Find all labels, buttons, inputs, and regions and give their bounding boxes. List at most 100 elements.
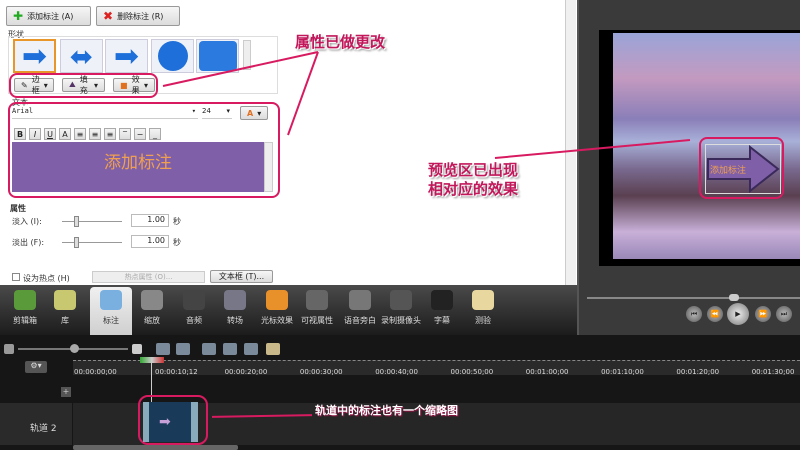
play-button[interactable]: ▶ — [727, 303, 749, 325]
clip-arrow-icon: ➡ — [159, 414, 171, 430]
align-center-button[interactable]: ≡ — [89, 128, 101, 140]
playback-scrubber[interactable] — [587, 294, 800, 301]
ruler-tick-label: 00:01:10;00 — [601, 368, 644, 376]
preview-panel: 添加标注 ⏮ ⏪ ▶ ⏩ ⏭ — [577, 0, 800, 335]
tool-icon — [431, 290, 453, 310]
fade-in-slider[interactable] — [62, 216, 122, 227]
annotation-preview: 预览区已出现 相对应的效果 — [428, 161, 519, 198]
bold-button[interactable]: B — [14, 128, 26, 140]
fade-in-input[interactable]: 1.00 — [131, 214, 169, 227]
tab-6[interactable]: 光标效果 — [256, 290, 298, 326]
tool-icon — [100, 290, 122, 310]
tab-8[interactable]: 语音旁白 — [339, 290, 381, 326]
fast-forward-button[interactable]: ⏩ — [755, 306, 771, 322]
font-effect-button[interactable]: A — [59, 128, 71, 140]
split-button[interactable] — [223, 343, 237, 355]
rewind-button[interactable]: ⏪ — [707, 306, 723, 322]
tool-icon — [390, 290, 412, 310]
font-color-icon: A — [247, 108, 254, 118]
shape-scrollbar[interactable] — [243, 40, 251, 70]
fade-out-unit: 秒 — [173, 238, 181, 247]
tab-0[interactable]: 剪辑箱 — [4, 290, 46, 326]
hotspot-checkbox[interactable]: 设为热点 (H) — [12, 273, 70, 284]
tool-icon — [266, 290, 288, 310]
tool-icon — [224, 290, 246, 310]
tab-1[interactable]: 库 — [44, 290, 86, 326]
timeline: ⚙▾ + 轨道 2 ➡ 轨道中的标注也有一个缩略图 — [0, 335, 800, 450]
fade-in-label: 淡入 (I): — [12, 217, 42, 226]
fade-out-slider[interactable] — [62, 237, 122, 248]
ruler-tick-label: 00:01:30;00 — [751, 368, 795, 376]
font-color-button[interactable]: A ▾ — [240, 106, 268, 120]
timeline-settings-button[interactable]: ⚙▾ — [25, 361, 47, 373]
properties-label: 属性 — [10, 204, 26, 213]
tool-icon — [54, 290, 76, 310]
tool-icon — [306, 290, 328, 310]
ruler-tick-label: 00:01:20;00 — [676, 368, 720, 376]
ruler-tick-label: 00:00:00;00 — [74, 368, 117, 376]
timeline-zoom-slider[interactable] — [18, 344, 128, 353]
text-format-toolbar: B I U A ≡ ≡ ≡ ‾ − _ — [14, 128, 161, 140]
hotspot-properties-button[interactable]: 热点属性 (O)... — [92, 271, 205, 283]
annotation-track: 轨道中的标注也有一个缩略图 — [315, 404, 458, 417]
align-right-button[interactable]: ≡ — [104, 128, 116, 140]
tab-7[interactable]: 可视属性 — [296, 290, 338, 326]
video-frame: 添加标注 — [599, 30, 800, 266]
shape-arrow-right[interactable]: ➡ — [13, 39, 56, 74]
ruler-tick-label: 00:00:20;00 — [224, 368, 268, 376]
skip-back-button[interactable]: ⏮ — [686, 306, 702, 322]
italic-button[interactable]: I — [29, 128, 41, 140]
panel-scrollbar[interactable] — [565, 0, 576, 285]
zoom-out-icon[interactable] — [4, 344, 14, 354]
ruler-tick-label: 00:01:00;00 — [525, 368, 569, 376]
valign-bottom-button[interactable]: _ — [149, 128, 161, 140]
ruler-tick-label: 00:00:30;00 — [299, 368, 343, 376]
tool-icon — [141, 290, 163, 310]
plus-icon: ✚ — [13, 9, 24, 23]
callout-text-editor[interactable]: 添加标注 — [12, 142, 264, 192]
shape-arrow-right-2[interactable]: ➡ — [105, 39, 148, 74]
font-family-select[interactable]: Arial ▾ — [12, 107, 198, 119]
add-track-button[interactable]: + — [61, 387, 71, 397]
paste-button[interactable] — [266, 343, 280, 355]
valign-top-button[interactable]: ‾ — [119, 128, 131, 140]
text-editor-scrollbar[interactable] — [264, 142, 273, 192]
align-left-button[interactable]: ≡ — [74, 128, 86, 140]
effects-dropdown[interactable]: ■ 效果 ▾ — [113, 75, 155, 95]
preview-callout[interactable]: 添加标注 — [705, 144, 781, 194]
redo-button[interactable] — [176, 343, 190, 355]
track-name: 轨道 2 — [30, 424, 57, 434]
shape-circle[interactable] — [151, 39, 194, 73]
tab-5[interactable]: 转场 — [214, 290, 256, 326]
valign-middle-button[interactable]: − — [134, 128, 146, 140]
skip-forward-button[interactable]: ⏭ — [776, 306, 792, 322]
textbox-button[interactable]: 文本框 (T)... — [210, 270, 273, 283]
tool-icon — [349, 290, 371, 310]
font-size-select[interactable]: 24 ▾ — [202, 107, 232, 119]
shape-arrow-double[interactable]: ⬌ — [60, 39, 103, 73]
fill-dropdown[interactable]: ⛰ 填充 ▾ — [62, 75, 105, 95]
tool-icon — [183, 290, 205, 310]
tab-11[interactable]: 测验 — [462, 290, 504, 326]
underline-button[interactable]: U — [44, 128, 56, 140]
tab-10[interactable]: 字幕 — [421, 290, 463, 326]
copy-button[interactable] — [244, 343, 258, 355]
fade-out-label: 淡出 (F): — [12, 238, 45, 247]
playhead-handle[interactable] — [140, 357, 164, 363]
undo-button[interactable] — [156, 343, 170, 355]
delete-callout-button[interactable]: ✖ 删除标注 (R) — [96, 6, 180, 26]
border-dropdown[interactable]: ✎ 边框 ▾ — [14, 75, 54, 95]
fade-out-input[interactable]: 1.00 — [131, 235, 169, 248]
shape-rectangle[interactable] — [196, 39, 239, 73]
timeline-scrollbar[interactable] — [73, 445, 238, 450]
ruler-tick-label: 00:00:40;00 — [375, 368, 418, 376]
tab-9[interactable]: 录制摄像头 — [380, 290, 422, 326]
effects-icon: ■ — [120, 80, 128, 90]
tab-2[interactable]: 标注 — [90, 287, 132, 335]
tab-4[interactable]: 音频 — [173, 290, 215, 326]
callout-clip[interactable]: ➡ — [143, 402, 198, 442]
add-callout-button[interactable]: ✚ 添加标注 (A) — [6, 6, 91, 26]
tab-3[interactable]: 缩放 — [131, 290, 173, 326]
zoom-in-icon[interactable] — [132, 344, 142, 354]
cut-button[interactable] — [202, 343, 216, 355]
